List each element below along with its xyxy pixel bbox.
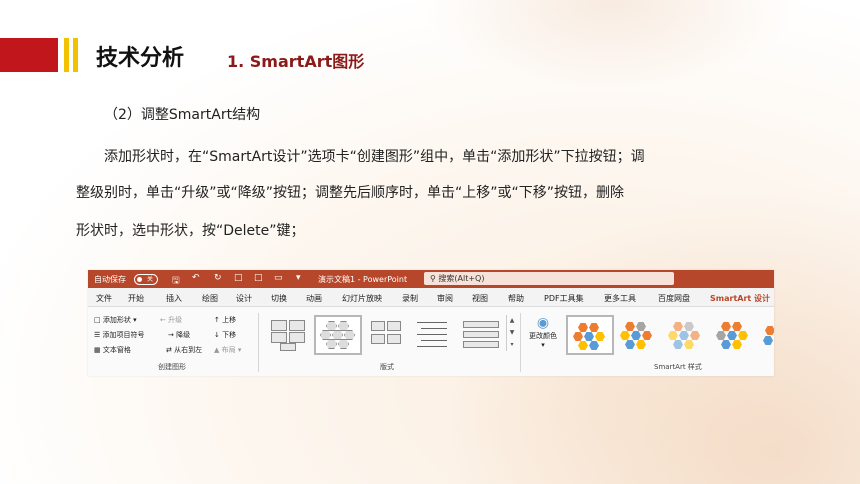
tab-transitions[interactable]: 切换 — [271, 293, 287, 304]
background-decoration-top — [420, 0, 800, 90]
create-graphic-group-label: 创建图形 — [158, 363, 186, 371]
tab-more-tools[interactable]: 更多工具 — [604, 293, 636, 304]
tab-help[interactable]: 帮助 — [508, 293, 524, 304]
document-title: 演示文稿1 - PowerPoint — [318, 275, 408, 284]
autosave-toggle[interactable]: 关 — [134, 274, 158, 285]
change-colors-button[interactable]: ◉ 更改颜色 ▾ — [526, 315, 560, 349]
demote-label: 降级 — [176, 331, 191, 339]
page-title: 技术分析 — [96, 46, 185, 71]
right-to-left-button[interactable]: ⇄ 从右到左 — [166, 345, 202, 355]
move-down-button[interactable]: ↓ 下移 — [214, 330, 236, 340]
layout-option-3[interactable] — [364, 315, 410, 353]
style-option-4[interactable] — [710, 315, 756, 353]
tab-slideshow[interactable]: 幻灯片放映 — [342, 293, 382, 304]
tab-file[interactable]: 文件 — [96, 293, 112, 304]
add-bullet-button[interactable]: ☰ 添加项目符号 — [94, 330, 145, 340]
customize-qat-icon[interactable]: ▾ — [296, 273, 301, 283]
page-subtitle: 1. SmartArt图形 — [227, 52, 365, 71]
demote-button[interactable]: → 降级 — [168, 330, 190, 340]
autosave-label: 自动保存 — [94, 275, 126, 284]
ribbon-tabs: 文件 开始 插入 绘图 设计 切换 动画 幻灯片放映 录制 审阅 视图 帮助 P… — [88, 288, 774, 308]
tab-view[interactable]: 视图 — [472, 293, 488, 304]
tab-review[interactable]: 审阅 — [437, 293, 453, 304]
move-up-button[interactable]: ↑ 上移 — [214, 315, 236, 325]
palette-icon: ◉ — [536, 315, 550, 331]
styles-group-label: SmartArt 样式 — [654, 363, 702, 371]
add-shape-label: 添加形状 — [102, 316, 131, 324]
group-divider — [258, 313, 259, 372]
undo-icon[interactable]: ↶ — [192, 273, 200, 283]
paragraph-line-2: 整级别时，单击“升级”或“降级”按钮；调整先后顺序时，单击“上移”或“下移”按钮… — [76, 185, 625, 201]
tab-animations[interactable]: 动画 — [306, 293, 322, 304]
layout-option-4[interactable] — [410, 315, 456, 353]
layout-label: 布局 — [221, 346, 236, 354]
add-bullet-label: 添加项目符号 — [102, 331, 145, 339]
style-option-2[interactable] — [614, 315, 660, 353]
layout-button[interactable]: ▲ 布局 ▾ — [214, 345, 241, 355]
text-pane-label: 文本窗格 — [102, 346, 131, 354]
promote-button[interactable]: ← 升级 — [160, 315, 182, 325]
layout-option-1[interactable] — [266, 315, 312, 353]
header-gold-bar — [73, 38, 78, 72]
group-divider — [520, 313, 521, 372]
style-option-5[interactable] — [758, 315, 774, 353]
layout-option-5[interactable] — [458, 315, 504, 353]
powerpoint-ribbon-screenshot: 自动保存 关 🖫 ↶ ↻ □ □ ▭ ▾ 演示文稿1 - PowerPoint … — [88, 270, 774, 376]
open-folder-icon[interactable]: ▭ — [274, 273, 283, 283]
right-to-left-label: 从右到左 — [174, 346, 203, 354]
new-file-icon[interactable]: □ — [254, 273, 263, 283]
section-heading: （2）调整SmartArt结构 — [104, 107, 261, 123]
move-down-label: 下移 — [222, 331, 237, 339]
tab-baidu-netdisk[interactable]: 百度网盘 — [658, 293, 690, 304]
search-placeholder: 搜索(Alt+Q) — [438, 274, 485, 283]
ribbon-groups: □ 添加形状 ▾ ← 升级 ↑ 上移 ☰ 添加项目符号 → 降级 ↓ 下移 ▦ … — [88, 306, 774, 376]
tab-smartart-design[interactable]: SmartArt 设计 — [710, 293, 771, 308]
add-shape-button[interactable]: □ 添加形状 ▾ — [94, 315, 137, 325]
tab-record[interactable]: 录制 — [402, 293, 418, 304]
title-bar: 自动保存 关 🖫 ↶ ↻ □ □ ▭ ▾ 演示文稿1 - PowerPoint … — [88, 270, 774, 288]
tab-draw[interactable]: 绘图 — [202, 293, 218, 304]
paragraph-line-3: 形状时，选中形状，按“Delete”键； — [76, 223, 305, 239]
tab-design[interactable]: 设计 — [236, 293, 252, 304]
layouts-group-label: 版式 — [380, 363, 394, 371]
style-option-1[interactable] — [566, 315, 614, 355]
search-box[interactable]: ⚲ 搜索(Alt+Q) — [424, 272, 674, 285]
chevron-down-icon: ▾ — [541, 341, 545, 349]
promote-label: 升级 — [168, 316, 183, 324]
tab-insert[interactable]: 插入 — [166, 293, 182, 304]
header-red-bar — [0, 38, 58, 72]
layout-option-hexagon[interactable] — [314, 315, 362, 355]
text-pane-button[interactable]: ▦ 文本窗格 — [94, 345, 131, 355]
layouts-scrollbar[interactable]: ▲ ▼ ▾ — [506, 315, 517, 351]
change-colors-label: 更改颜色 — [529, 332, 557, 340]
present-icon[interactable]: □ — [234, 273, 243, 283]
style-option-3[interactable] — [662, 315, 708, 353]
header-gold-bar — [64, 38, 69, 72]
tab-home[interactable]: 开始 — [128, 293, 144, 304]
tab-pdf-tools[interactable]: PDF工具集 — [544, 293, 584, 304]
redo-icon[interactable]: ↻ — [214, 273, 222, 283]
move-up-label: 上移 — [222, 316, 237, 324]
save-icon[interactable]: 🖫 — [172, 273, 180, 289]
paragraph-line-1: 添加形状时，在“SmartArt设计”选项卡“创建图形”组中，单击“添加形状”下… — [104, 149, 645, 165]
